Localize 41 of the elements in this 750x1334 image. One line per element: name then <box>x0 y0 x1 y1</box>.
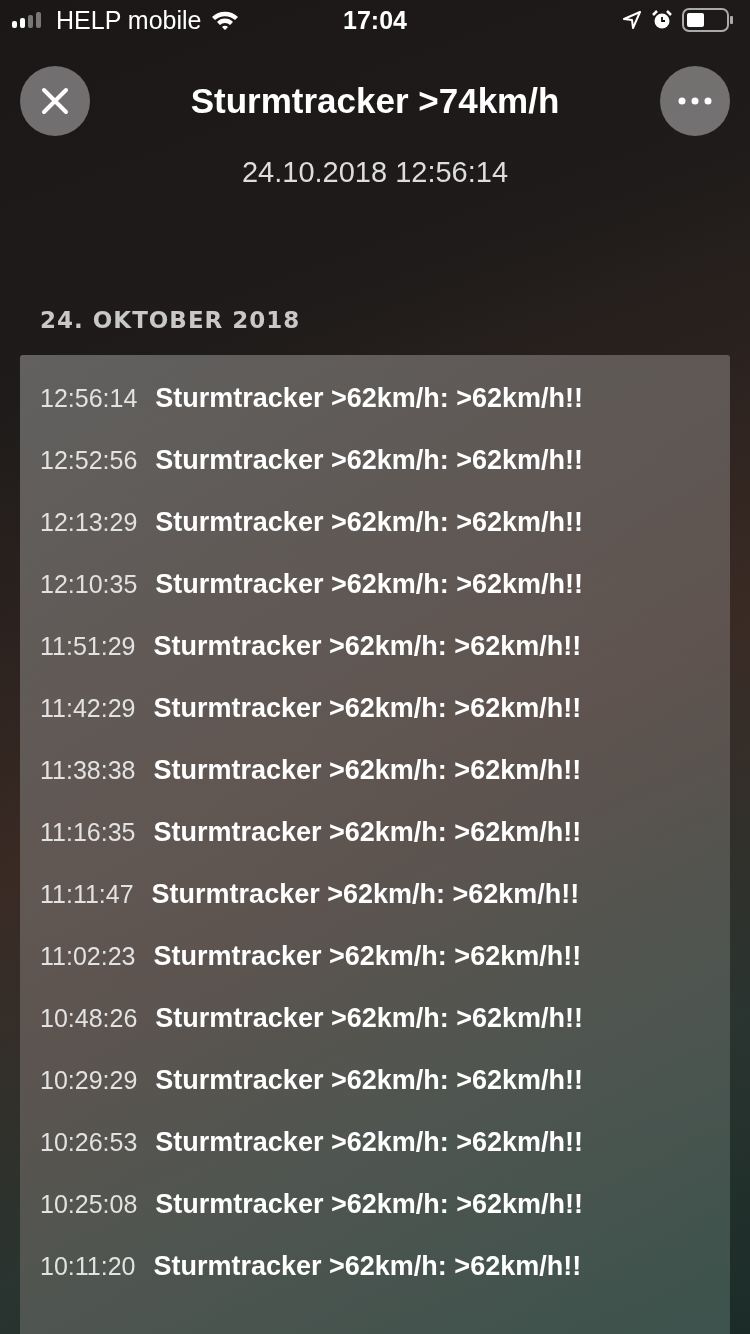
alarm-clock-icon <box>652 10 672 30</box>
notification-time: 10:25:08 <box>40 1189 138 1219</box>
notification-message[interactable]: Sturmtracker >62km/h: >62km/h!! <box>155 568 584 600</box>
notification-time: 11:51:29 <box>40 631 136 661</box>
notification-time: 11:38:38 <box>40 755 136 785</box>
notification-time: 12:10:35 <box>40 569 138 599</box>
location-arrow-icon <box>622 10 642 30</box>
notification-message[interactable]: Sturmtracker >62km/h: >62km/h!! <box>155 382 584 414</box>
notification-time: 10:11:20 <box>40 1251 136 1281</box>
notification-message[interactable]: Sturmtracker >62km/h: >62km/h!! <box>153 692 582 724</box>
notification-time: 11:02:23 <box>40 941 136 971</box>
notification-message[interactable]: Sturmtracker >62km/h: >62km/h!! <box>155 506 584 538</box>
more-icon <box>678 97 712 105</box>
notification-message[interactable]: Sturmtracker >62km/h: >62km/h!! <box>155 1064 584 1096</box>
carrier-name: HELP mobile <box>56 5 202 35</box>
notification-message[interactable]: Sturmtracker >62km/h: >62km/h!! <box>153 1250 582 1282</box>
battery-icon <box>682 8 734 32</box>
notification-message[interactable]: Sturmtracker >62km/h: >62km/h!! <box>151 878 580 910</box>
notification-time: 10:29:29 <box>40 1065 138 1095</box>
wifi-icon <box>211 10 240 30</box>
notification-time: 10:48:26 <box>40 1003 138 1033</box>
notification-time: 11:16:35 <box>40 817 136 847</box>
notification-message[interactable]: Sturmtracker >62km/h: >62km/h!! <box>155 1188 584 1220</box>
notification-message[interactable]: Sturmtracker >62km/h: >62km/h!! <box>153 816 582 848</box>
notification-time: 12:56:14 <box>40 383 138 413</box>
notification-message[interactable]: Sturmtracker >62km/h: >62km/h!! <box>155 444 584 476</box>
notification-message[interactable]: Sturmtracker >62km/h: >62km/h!! <box>155 1002 584 1034</box>
notification-time: 11:11:47 <box>40 879 134 909</box>
notification-message[interactable]: Sturmtracker >62km/h: >62km/h!! <box>153 630 582 662</box>
notification-time: 12:52:56 <box>40 445 138 475</box>
section-heading: 24. OKTOBER 2018 <box>40 307 301 333</box>
timestamp: 24.10.2018 12:56:14 <box>240 156 510 189</box>
page-title: Sturmtracker >74km/h <box>190 81 560 121</box>
status-time: 17:04 <box>342 5 408 35</box>
notification-message[interactable]: Sturmtracker >62km/h: >62km/h!! <box>153 940 582 972</box>
notification-message[interactable]: Sturmtracker >62km/h: >62km/h!! <box>153 754 582 786</box>
notification-time: 11:42:29 <box>40 693 136 723</box>
notification-message[interactable]: Sturmtracker >62km/h: >62km/h!! <box>155 1126 584 1158</box>
notification-time: 10:26:53 <box>40 1127 138 1157</box>
close-icon <box>41 87 69 115</box>
notification-time: 12:13:29 <box>40 507 138 537</box>
